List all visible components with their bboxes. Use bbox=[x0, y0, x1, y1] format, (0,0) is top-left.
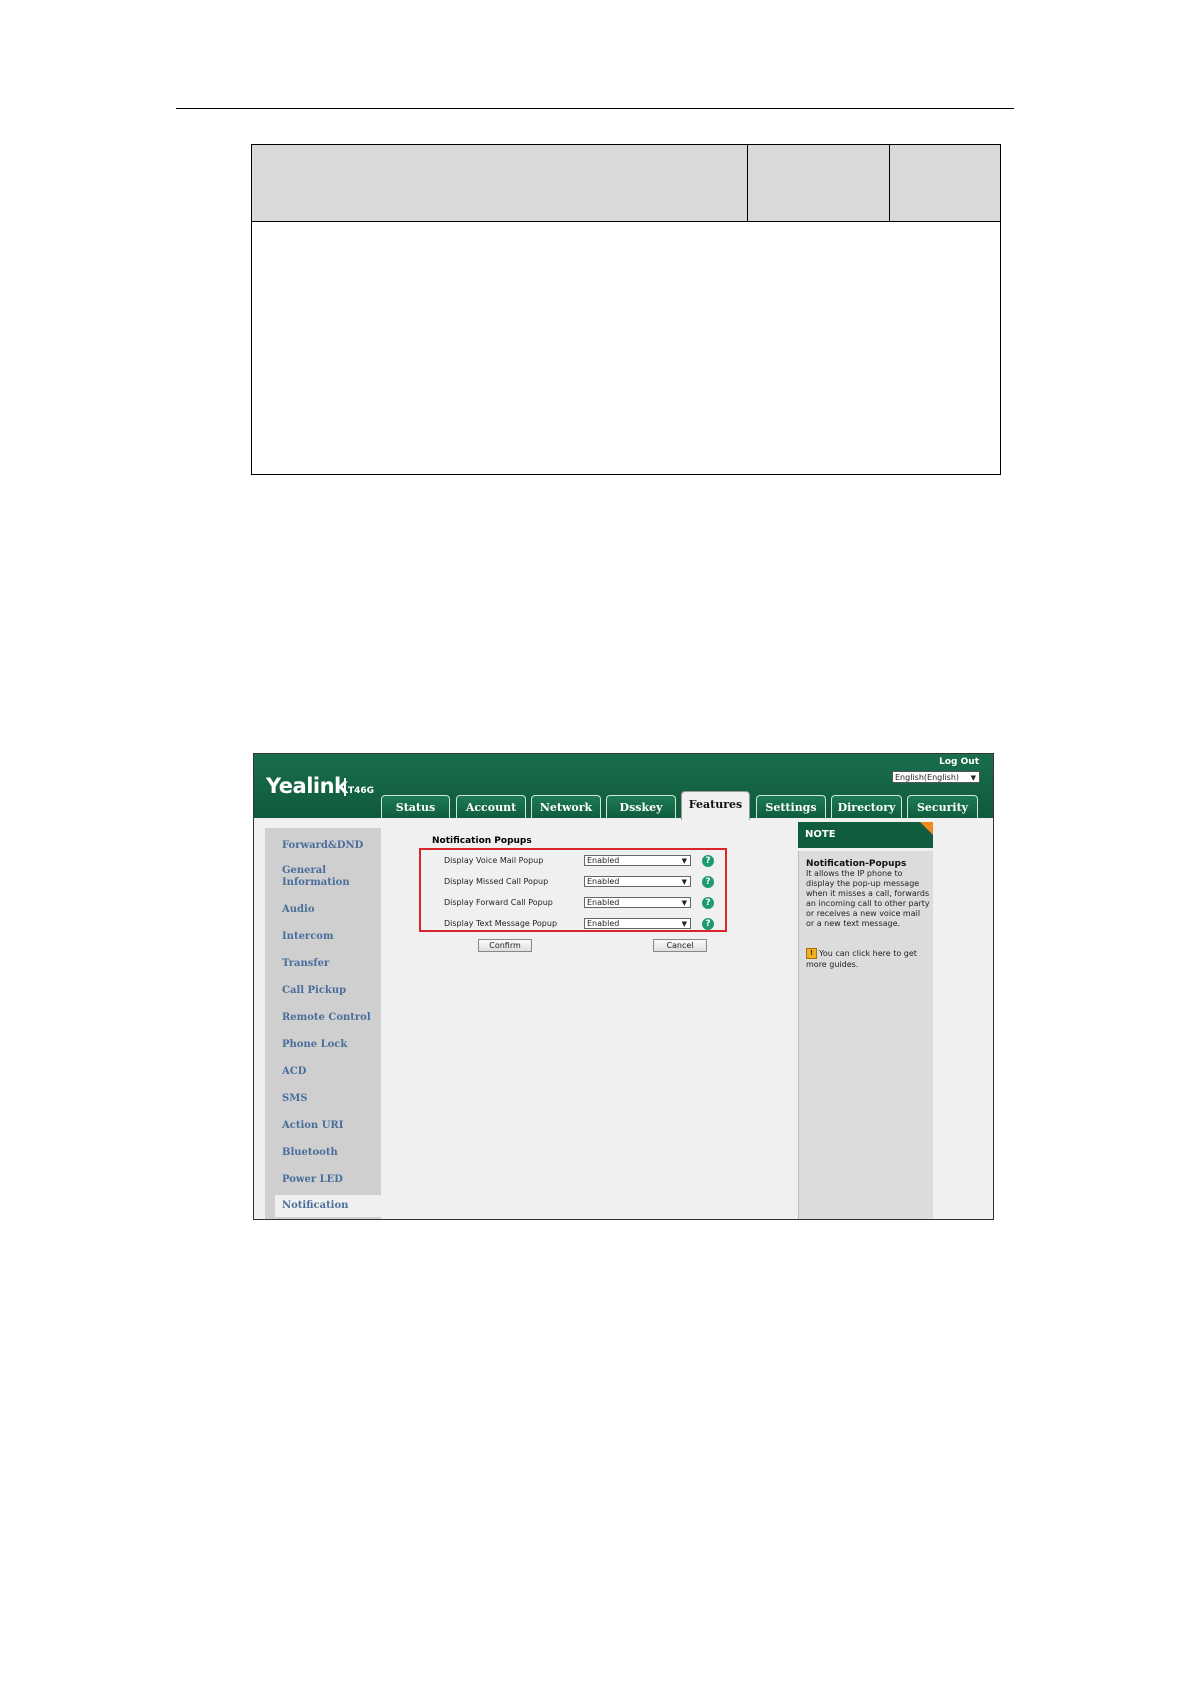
tab-status[interactable]: Status bbox=[381, 795, 450, 818]
features-sidebar: Forward&DND General Information Audio In… bbox=[265, 828, 383, 1219]
tab-directory[interactable]: Directory bbox=[831, 795, 902, 818]
tab-security[interactable]: Security bbox=[907, 795, 978, 818]
tab-settings[interactable]: Settings bbox=[756, 795, 826, 818]
sidebar-item-phone-lock[interactable]: Phone Lock bbox=[282, 1039, 347, 1051]
tab-account[interactable]: Account bbox=[456, 795, 526, 818]
sidebar-item-acd[interactable]: ACD bbox=[282, 1066, 306, 1078]
confirm-button[interactable]: Confirm bbox=[478, 939, 532, 952]
cancel-button[interactable]: Cancel bbox=[653, 939, 707, 952]
table-column-divider bbox=[889, 145, 890, 222]
sidebar-item-bluetooth[interactable]: Bluetooth bbox=[282, 1147, 338, 1159]
logout-link[interactable]: Log Out bbox=[939, 757, 979, 767]
note-body: Notification-Popups It allows the IP pho… bbox=[798, 851, 933, 1219]
yealink-logo: Yealink bbox=[266, 774, 348, 798]
note-corner-icon bbox=[920, 822, 933, 835]
sidebar-item-call-pickup[interactable]: Call Pickup bbox=[282, 985, 346, 997]
dropdown-arrow-icon: ▼ bbox=[681, 878, 687, 886]
forward-call-popup-select[interactable]: Enabled ▼ bbox=[584, 897, 691, 908]
tab-features[interactable]: Features bbox=[681, 791, 750, 820]
top-navigation-bar: Yealink T46G Log Out English(English) ▼ … bbox=[254, 754, 993, 820]
guide-link[interactable]: ! You can click here to get more guides. bbox=[806, 948, 930, 970]
table-header-row bbox=[252, 145, 1000, 222]
sidebar-item-general-information[interactable]: General Information bbox=[282, 865, 352, 889]
model-label: T46G bbox=[348, 786, 375, 796]
table-column-divider bbox=[747, 145, 748, 222]
select-value: Enabled bbox=[587, 919, 620, 928]
dropdown-arrow-icon: ▼ bbox=[970, 774, 976, 782]
note-text: It allows the IP phone to display the po… bbox=[806, 869, 930, 928]
parameter-table bbox=[251, 144, 1001, 475]
voice-mail-popup-select[interactable]: Enabled ▼ bbox=[584, 855, 691, 866]
sidebar-item-power-led[interactable]: Power LED bbox=[282, 1174, 343, 1186]
guide-text: You can click here to get more guides. bbox=[806, 949, 917, 969]
dropdown-arrow-icon: ▼ bbox=[681, 857, 687, 865]
help-icon[interactable]: ? bbox=[702, 855, 714, 867]
sidebar-item-sms[interactable]: SMS bbox=[282, 1093, 308, 1105]
row-label-voice-mail: Display Voice Mail Popup bbox=[444, 856, 544, 865]
sidebar-item-remote-control[interactable]: Remote Control bbox=[282, 1012, 371, 1024]
guide-book-icon: ! bbox=[806, 948, 817, 959]
note-title: Notification-Popups bbox=[806, 859, 907, 869]
dropdown-arrow-icon: ▼ bbox=[681, 899, 687, 907]
sidebar-item-forward-dnd[interactable]: Forward&DND bbox=[282, 840, 363, 852]
dropdown-arrow-icon: ▼ bbox=[681, 920, 687, 928]
select-value: Enabled bbox=[587, 898, 620, 907]
language-value: English(English) bbox=[895, 773, 960, 782]
help-icon[interactable]: ? bbox=[702, 897, 714, 909]
note-panel: NOTE Notification-Popups It allows the I… bbox=[798, 822, 933, 1219]
web-ui-screenshot: Yealink T46G Log Out English(English) ▼ … bbox=[253, 753, 994, 1220]
missed-call-popup-select[interactable]: Enabled ▼ bbox=[584, 876, 691, 887]
sidebar-item-audio[interactable]: Audio bbox=[282, 904, 315, 916]
sidebar-item-transfer[interactable]: Transfer bbox=[282, 958, 329, 970]
logo-separator bbox=[344, 778, 346, 796]
header-rule bbox=[176, 108, 1014, 109]
select-value: Enabled bbox=[587, 856, 620, 865]
language-select[interactable]: English(English) ▼ bbox=[892, 771, 980, 783]
text-message-popup-select[interactable]: Enabled ▼ bbox=[584, 918, 691, 929]
note-header: NOTE bbox=[798, 822, 933, 848]
sidebar-item-notification-popups[interactable]: Notification Popups bbox=[275, 1195, 383, 1217]
row-label-forward-call: Display Forward Call Popup bbox=[444, 898, 553, 907]
sidebar-item-action-uri[interactable]: Action URI bbox=[282, 1120, 343, 1132]
tab-dsskey[interactable]: Dsskey bbox=[606, 795, 676, 818]
help-icon[interactable]: ? bbox=[702, 918, 714, 930]
tab-network[interactable]: Network bbox=[531, 795, 601, 818]
row-label-missed-call: Display Missed Call Popup bbox=[444, 877, 549, 886]
select-value: Enabled bbox=[587, 877, 620, 886]
sidebar-item-intercom[interactable]: Intercom bbox=[282, 931, 334, 943]
section-title: Notification Popups bbox=[432, 836, 532, 846]
row-label-text-message: Display Text Message Popup bbox=[444, 919, 558, 928]
help-icon[interactable]: ? bbox=[702, 876, 714, 888]
